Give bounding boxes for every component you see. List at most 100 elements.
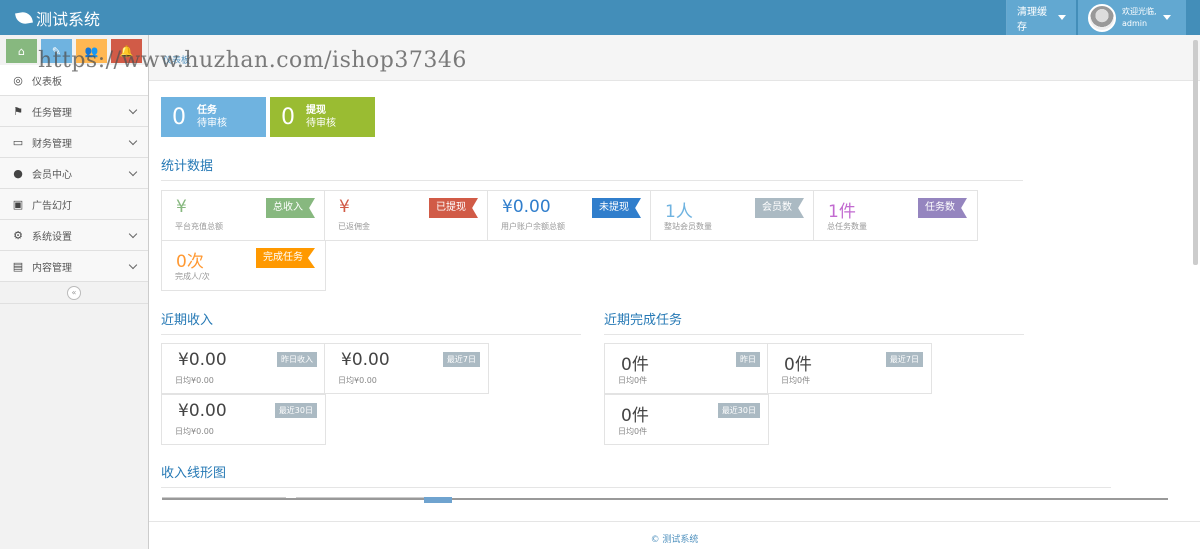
stat-members: 1人 整站会员数量 会员数 bbox=[650, 190, 815, 241]
username: admin bbox=[1122, 18, 1148, 28]
dashboard-icon: ◎ bbox=[13, 73, 23, 87]
income-average: 日均¥0.00 bbox=[175, 427, 214, 436]
sidebar-item-label: 任务管理 bbox=[32, 107, 72, 119]
tasks-value: 0件 bbox=[621, 355, 649, 375]
tasks-average: 日均0件 bbox=[618, 427, 648, 436]
sidebar-item-label: 系统设置 bbox=[32, 231, 72, 243]
stats-section-title: 统计数据 bbox=[161, 155, 1023, 181]
tasks-30days-box: 0件 最近30日 日均0件 bbox=[604, 394, 769, 445]
pending-sub: 待审核 bbox=[306, 118, 336, 129]
stat-value: ¥0.00 bbox=[502, 197, 551, 217]
pending-count: 0 bbox=[281, 104, 295, 130]
stat-flag: 已提现 bbox=[429, 198, 478, 218]
tasks-tag: 昨日 bbox=[736, 352, 760, 367]
income-section-title: 近期收入 bbox=[161, 309, 581, 335]
stat-label: 用户账户余额总额 bbox=[501, 222, 565, 231]
chart-baseline bbox=[162, 498, 1168, 500]
income-chart-title: 收入线形图 bbox=[161, 462, 1111, 488]
stat-value: 1件 bbox=[828, 202, 856, 222]
stat-label: 整站会员数量 bbox=[664, 222, 712, 231]
tasks-section-title: 近期完成任务 bbox=[604, 309, 1024, 335]
stat-total-income: ¥ 平台充值总额 总收入 bbox=[161, 190, 326, 241]
caret-down-icon bbox=[1058, 15, 1066, 20]
chevron-down-icon bbox=[128, 105, 138, 115]
watermark-text: https://www.huzhan.com/ishop37346 bbox=[38, 48, 467, 73]
sidebar-item-finance[interactable]: ▭ 财务管理 bbox=[0, 127, 148, 158]
pending-tasks-tile[interactable]: 0 任务 待审核 bbox=[161, 97, 266, 137]
pending-text: 任务 待审核 bbox=[197, 104, 227, 130]
user-icon: ● bbox=[13, 166, 23, 180]
pending-title: 提现 bbox=[306, 105, 326, 116]
sidebar-item-content[interactable]: ▤ 内容管理 bbox=[0, 251, 148, 282]
stat-value: 0次 bbox=[176, 252, 204, 272]
pending-count: 0 bbox=[172, 104, 186, 130]
stat-flag: 会员数 bbox=[755, 198, 804, 218]
pending-text: 提现 待审核 bbox=[306, 104, 336, 130]
sidebar-item-label: 会员中心 bbox=[32, 169, 72, 181]
sidebar-item-ads[interactable]: ▣ 广告幻灯 bbox=[0, 189, 148, 220]
picture-icon: ▣ bbox=[12, 197, 24, 211]
user-info: 欢迎光临, admin bbox=[1122, 6, 1157, 30]
tasks-average: 日均0件 bbox=[781, 376, 811, 385]
income-value: ¥0.00 bbox=[178, 401, 227, 421]
stat-label: 完成人/次 bbox=[175, 272, 210, 281]
income-tag: 昨日收入 bbox=[277, 352, 317, 367]
income-average: 日均¥0.00 bbox=[338, 376, 377, 385]
tasks-average: 日均0件 bbox=[618, 376, 648, 385]
top-navbar: 测试系统 清理缓存 欢迎光临, admin bbox=[0, 0, 1200, 35]
pending-sub: 待审核 bbox=[197, 118, 227, 129]
page-scrollbar[interactable] bbox=[1193, 40, 1198, 265]
leaf-icon bbox=[15, 10, 33, 26]
sidebar-item-settings[interactable]: ⚙ 系统设置 bbox=[0, 220, 148, 251]
income-value: ¥0.00 bbox=[178, 350, 227, 370]
tasks-tag: 最近7日 bbox=[885, 352, 923, 367]
income-7days-box: ¥0.00 最近7日 日均¥0.00 bbox=[324, 343, 489, 394]
clear-cache-button[interactable]: 清理缓存 bbox=[1006, 0, 1076, 35]
stat-label: 平台充值总额 bbox=[175, 222, 223, 231]
book-icon: ▤ bbox=[12, 259, 24, 273]
welcome-text: 欢迎光临, bbox=[1122, 6, 1157, 16]
tasks-value: 0件 bbox=[784, 355, 812, 375]
sidebar-item-label: 内容管理 bbox=[32, 262, 72, 274]
chevron-down-icon bbox=[128, 260, 138, 270]
sidebar-item-label: 财务管理 bbox=[32, 138, 72, 150]
tasks-value: 0件 bbox=[621, 406, 649, 426]
cog-icon: ⚙ bbox=[13, 228, 23, 242]
sidebar-item-members[interactable]: ● 会员中心 bbox=[0, 158, 148, 189]
chevron-down-icon bbox=[128, 167, 138, 177]
income-line-chart bbox=[162, 497, 1170, 521]
stat-value: ¥ bbox=[176, 197, 187, 217]
income-yesterday-box: ¥0.00 昨日收入 日均¥0.00 bbox=[161, 343, 326, 394]
stat-flag: 未提现 bbox=[592, 198, 641, 218]
stat-completed: 0次 完成人/次 完成任务 bbox=[161, 240, 326, 291]
tasks-7days-box: 0件 最近7日 日均0件 bbox=[767, 343, 932, 394]
stat-tasks: 1件 总任务数量 任务数 bbox=[813, 190, 978, 241]
chevron-down-icon bbox=[128, 136, 138, 146]
chevron-down-icon bbox=[128, 229, 138, 239]
income-tag: 最近7日 bbox=[442, 352, 480, 367]
user-menu[interactable]: 欢迎光临, admin bbox=[1078, 0, 1186, 35]
income-value: ¥0.00 bbox=[341, 350, 390, 370]
income-tag: 最近30日 bbox=[274, 403, 317, 418]
shortcut-home-button[interactable]: ⌂ bbox=[6, 39, 37, 63]
chart-range-handle[interactable] bbox=[424, 497, 452, 503]
flag-icon: ⚑ bbox=[13, 104, 23, 118]
stat-flag: 完成任务 bbox=[256, 248, 315, 268]
sidebar-item-label: 广告幻灯 bbox=[32, 200, 72, 212]
footer: © 测试系统 bbox=[149, 521, 1200, 549]
pending-withdraw-tile[interactable]: 0 提现 待审核 bbox=[270, 97, 375, 137]
stat-value: ¥ bbox=[339, 197, 350, 217]
stat-label: 已返佣金 bbox=[338, 222, 370, 231]
stat-flag: 任务数 bbox=[918, 198, 967, 218]
collapse-sidebar-icon[interactable]: « bbox=[67, 285, 81, 300]
stat-flag: 总收入 bbox=[266, 198, 315, 218]
sidebar-collapse-bar: « bbox=[0, 282, 148, 304]
stat-label: 总任务数量 bbox=[827, 222, 867, 231]
income-30days-box: ¥0.00 最近30日 日均¥0.00 bbox=[161, 394, 326, 445]
brand[interactable]: 测试系统 bbox=[15, 6, 101, 30]
sidebar-item-tasks[interactable]: ⚑ 任务管理 bbox=[0, 96, 148, 127]
pending-title: 任务 bbox=[197, 105, 217, 116]
app-title: 测试系统 bbox=[36, 10, 101, 29]
hdd-icon: ▭ bbox=[12, 135, 24, 149]
stat-commission: ¥ 已返佣金 已提现 bbox=[324, 190, 489, 241]
